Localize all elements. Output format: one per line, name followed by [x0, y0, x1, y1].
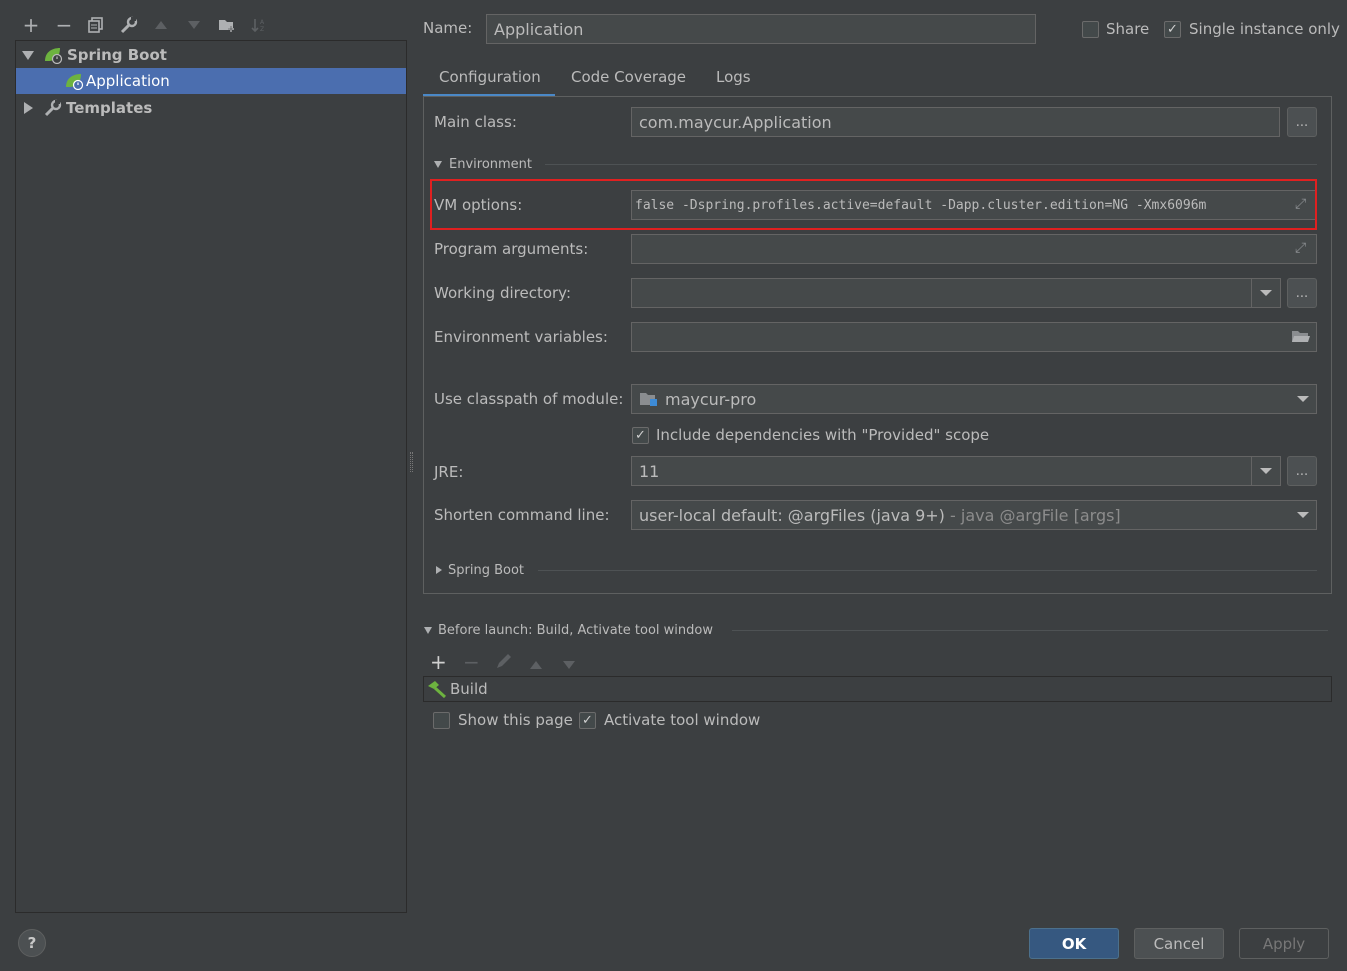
- combo-divider: [1251, 279, 1252, 307]
- before-launch-divider: [732, 630, 1328, 631]
- activate-tool-window-checkbox[interactable]: ✓: [579, 712, 596, 729]
- name-input[interactable]: Application: [486, 14, 1036, 44]
- spring-boot-app-icon: [64, 72, 84, 90]
- wrench-icon[interactable]: [116, 12, 142, 38]
- show-this-page-checkbox[interactable]: [433, 712, 450, 729]
- move-up-icon[interactable]: [529, 656, 543, 674]
- jre-value: 11: [639, 461, 660, 481]
- move-up-icon[interactable]: [148, 12, 174, 38]
- main-class-label: Main class:: [434, 113, 517, 131]
- shorten-value: user-local default: @argFiles (java 9+): [639, 505, 945, 525]
- remove-icon[interactable]: −: [51, 12, 77, 38]
- chevron-down-icon[interactable]: [1260, 290, 1272, 296]
- svg-text:Z: Z: [260, 26, 264, 33]
- tree-item-label: Templates: [66, 99, 153, 117]
- browse-main-class-button[interactable]: ...: [1287, 107, 1317, 137]
- jre-label: JRE:: [434, 463, 464, 481]
- copy-icon[interactable]: [83, 12, 109, 38]
- spring-boot-divider: [538, 570, 1317, 571]
- include-dependencies-label: Include dependencies with "Provided" sco…: [656, 426, 990, 444]
- environment-variables-input[interactable]: [631, 322, 1317, 352]
- help-button[interactable]: ?: [18, 929, 46, 957]
- tree-item-label: Application: [86, 72, 170, 90]
- wrench-icon: [44, 99, 62, 117]
- browse-working-directory-button[interactable]: ...: [1287, 278, 1317, 308]
- classpath-value: maycur-pro: [665, 389, 757, 409]
- tree-item-label: Spring Boot: [67, 46, 167, 64]
- expand-arrow-icon[interactable]: [22, 50, 34, 60]
- list-item[interactable]: Build: [424, 677, 1331, 701]
- before-launch-title[interactable]: Before launch: Build, Activate tool wind…: [438, 623, 713, 638]
- jre-input[interactable]: 11: [631, 456, 1281, 486]
- shorten-command-line-label: Shorten command line:: [434, 506, 610, 524]
- working-directory-label: Working directory:: [434, 284, 572, 302]
- remove-icon[interactable]: −: [463, 650, 480, 674]
- tree-item-application[interactable]: Application: [16, 68, 406, 94]
- spring-boot-expand-icon[interactable]: [436, 566, 442, 574]
- before-launch-collapse-icon[interactable]: [424, 627, 432, 634]
- shorten-hint: - java @argFile [args]: [944, 505, 1121, 525]
- include-dependencies-checkbox[interactable]: ✓: [632, 427, 649, 444]
- add-icon[interactable]: +: [18, 12, 44, 38]
- move-down-icon[interactable]: [181, 12, 207, 38]
- expand-icon[interactable]: ⤢: [1295, 240, 1306, 256]
- build-item-label: Build: [450, 680, 488, 698]
- edit-icon[interactable]: [495, 652, 513, 674]
- combo-divider: [1251, 457, 1252, 485]
- apply-button[interactable]: Apply: [1239, 928, 1329, 959]
- move-down-icon[interactable]: [562, 656, 576, 674]
- activate-tool-window-label: Activate tool window: [604, 711, 761, 729]
- tree-item-spring-boot[interactable]: Spring Boot: [16, 42, 406, 68]
- single-instance-checkbox[interactable]: ✓: [1164, 21, 1181, 38]
- working-directory-input[interactable]: [631, 278, 1281, 308]
- svg-text:A: A: [260, 19, 265, 26]
- main-class-input[interactable]: com.maycur.Application: [631, 107, 1280, 137]
- classpath-select[interactable]: maycur-pro: [631, 384, 1317, 414]
- environment-divider: [545, 164, 1317, 165]
- share-label: Share: [1106, 20, 1150, 38]
- ok-button[interactable]: OK: [1029, 928, 1119, 959]
- browse-jre-button[interactable]: ...: [1287, 456, 1317, 486]
- spring-boot-section-label[interactable]: Spring Boot: [448, 563, 524, 578]
- tab-logs[interactable]: Logs: [716, 68, 751, 96]
- show-this-page-label: Show this page: [458, 711, 573, 729]
- config-tree: Spring Boot Application Templates: [15, 40, 407, 913]
- chevron-down-icon[interactable]: [1260, 468, 1272, 474]
- cancel-button[interactable]: Cancel: [1134, 928, 1224, 959]
- new-folder-icon[interactable]: [214, 12, 240, 38]
- splitter-handle[interactable]: [410, 452, 413, 472]
- program-arguments-input[interactable]: [631, 234, 1317, 264]
- shorten-command-line-select[interactable]: user-local default: @argFiles (java 9+) …: [631, 500, 1317, 530]
- highlight-box: [430, 179, 1317, 230]
- tree-item-templates[interactable]: Templates: [16, 95, 406, 121]
- sort-icon[interactable]: AZ: [246, 12, 272, 38]
- environment-collapse-icon[interactable]: [434, 161, 442, 168]
- spring-boot-icon: [43, 46, 63, 64]
- main-class-value: com.maycur.Application: [639, 112, 832, 132]
- classpath-label: Use classpath of module:: [434, 390, 624, 408]
- add-icon[interactable]: +: [430, 650, 447, 674]
- single-instance-label: Single instance only: [1189, 20, 1340, 38]
- environment-section-label[interactable]: Environment: [449, 157, 532, 172]
- hammer-icon: [427, 680, 447, 698]
- environment-variables-label: Environment variables:: [434, 328, 608, 346]
- share-checkbox[interactable]: [1082, 21, 1099, 38]
- folder-icon[interactable]: [1291, 329, 1311, 348]
- module-icon: [639, 391, 659, 407]
- name-value: Application: [494, 19, 584, 39]
- chevron-down-icon[interactable]: [1297, 396, 1309, 402]
- name-label: Name:: [423, 19, 473, 37]
- tab-code-coverage[interactable]: Code Coverage: [571, 68, 686, 96]
- program-arguments-label: Program arguments:: [434, 240, 589, 258]
- chevron-down-icon[interactable]: [1297, 512, 1309, 518]
- collapse-arrow-icon[interactable]: [24, 102, 33, 114]
- tab-configuration[interactable]: Configuration: [439, 68, 541, 96]
